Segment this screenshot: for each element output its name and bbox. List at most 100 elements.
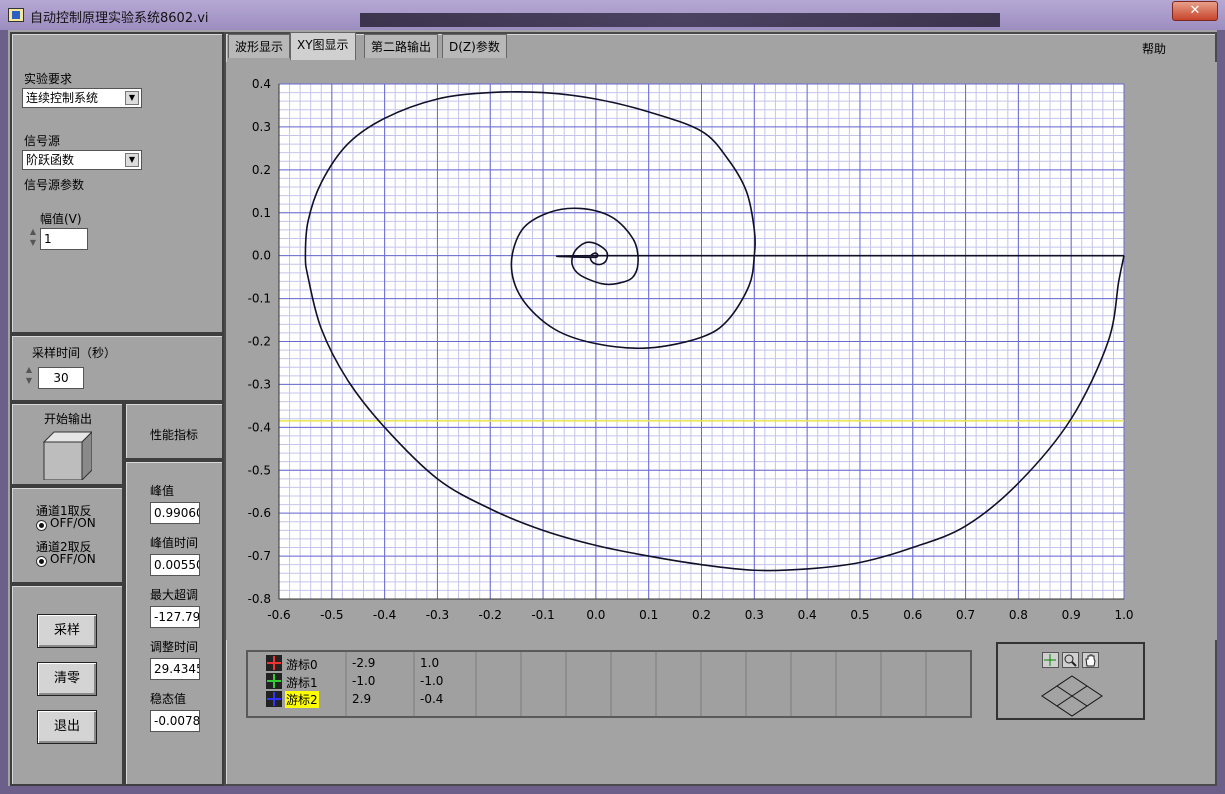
x-tick-label: -0.1	[531, 608, 554, 622]
cursor-y: -1.0	[420, 674, 444, 688]
tab-xy-graph[interactable]: XY图显示	[290, 32, 356, 60]
channel-invert-panel: 通道1取反 OFF/ON 通道2取反 OFF/ON	[10, 486, 124, 584]
clear-button[interactable]: 清零	[37, 662, 97, 696]
performance-panel: 峰值 0.99060 峰值时间 0.00550 最大超调 -127.79 调整时…	[124, 460, 224, 786]
action-buttons-panel: 采样 清零 退出	[10, 584, 124, 786]
experiment-select-value: 连续控制系统	[26, 91, 99, 105]
close-button[interactable]: ✕	[1172, 1, 1218, 21]
y-tick-label: 0.0	[252, 249, 271, 263]
cursor-crosshair-icon	[266, 673, 282, 689]
y-tick-label: -0.5	[248, 463, 271, 477]
sample-time-spinner-icon[interactable]: ▲ ▼	[24, 364, 34, 388]
x-tick-label: -0.2	[479, 608, 502, 622]
amplitude-label: 幅值(V)	[40, 212, 82, 226]
signal-source-label: 信号源	[24, 134, 61, 148]
x-tick-label: 0.3	[745, 608, 764, 622]
y-tick-label: -0.6	[248, 506, 271, 520]
sample-button[interactable]: 采样	[37, 614, 97, 648]
x-tick-label: 0.4	[798, 608, 817, 622]
cursor-y: -0.4	[420, 692, 444, 706]
channel1-radio[interactable]	[36, 520, 47, 531]
settling-time-value: 29.4345	[150, 658, 200, 680]
help-label[interactable]: 帮助	[1142, 40, 1166, 57]
window-title: 自动控制原理实验系统8602.vi	[30, 11, 209, 26]
exit-button[interactable]: 退出	[37, 710, 97, 744]
cursor-y: 1.0	[420, 656, 440, 670]
peak-time-value: 0.00550	[150, 554, 200, 576]
y-tick-label: -0.4	[248, 420, 271, 434]
graph-palette	[996, 642, 1145, 720]
tab-waveform[interactable]: 波形显示	[228, 34, 291, 58]
zoom-tool-icon[interactable]	[1062, 652, 1079, 668]
amplitude-input[interactable]: 1	[40, 228, 88, 250]
signal-params-label: 信号源参数	[24, 178, 85, 192]
cursor-move-tool-icon[interactable]	[1042, 652, 1059, 668]
x-tick-label: 0.8	[1009, 608, 1028, 622]
y-tick-label: -0.2	[248, 335, 271, 349]
x-tick-label: 0.2	[692, 608, 711, 622]
performance-title: 性能指标	[150, 428, 199, 442]
cursor-x: -1.0	[352, 674, 376, 688]
sample-time-label: 采样时间（秒）	[32, 346, 117, 360]
y-tick-label: 0.3	[252, 120, 271, 134]
steady-value: -0.0078	[150, 710, 200, 732]
xy-graph-area: -0.6 -0.5 -0.4 -0.3 -0.2 -0.1 0.0 0.1 0.2 0.3 0.4 0…	[226, 62, 1217, 640]
x-tick-label: -0.4	[373, 608, 396, 622]
x-tick-label: 0.1	[639, 608, 658, 622]
channel1-state: OFF/ON	[50, 516, 96, 530]
x-tick-label: 1.0	[1114, 608, 1133, 622]
cursor-crosshair-icon	[266, 691, 282, 707]
settings-panel: 实验要求 连续控制系统 ▼ 信号源 阶跃函数 ▼ 信号源参数 幅值(V) ▲ ▼ …	[10, 32, 224, 334]
peak-time-label: 峰值时间	[150, 536, 199, 550]
sample-time-panel: 采样时间（秒） ▲ ▼ 30	[10, 334, 224, 402]
experiment-select[interactable]: 连续控制系统 ▼	[22, 88, 142, 108]
channel2-radio[interactable]	[36, 556, 47, 567]
performance-header-panel: 性能指标	[124, 402, 224, 460]
start-output-label: 开始输出	[44, 412, 93, 426]
navigation-diamond-icon[interactable]	[1040, 674, 1104, 718]
tab-second-output[interactable]: 第二路输出	[364, 34, 439, 58]
x-tick-label: 0.0	[586, 608, 605, 622]
y-tick-label: -0.1	[248, 292, 271, 306]
cursor-legend: 游标0 -2.9 1.0 游标1 -1.0 -1.0 游标2 2.9 -0.4	[246, 650, 972, 718]
y-tick-label: -0.3	[248, 377, 271, 391]
title-bar-shading	[360, 13, 1000, 27]
x-tick-label: 0.6	[903, 608, 922, 622]
cursor-crosshair-icon	[266, 655, 282, 671]
cursor-name: 游标1	[286, 676, 318, 690]
cursor-x: -2.9	[352, 656, 376, 670]
cursor-name: 游标2	[285, 691, 319, 708]
dropdown-arrow-icon[interactable]: ▼	[125, 91, 139, 105]
amplitude-spinner-icon[interactable]: ▲ ▼	[28, 226, 38, 250]
cursor-x: 2.9	[352, 692, 372, 706]
x-tick-label: -0.3	[426, 608, 449, 622]
overshoot-value: -127.79	[150, 606, 200, 628]
experiment-label: 实验要求	[24, 72, 73, 86]
channel2-state: OFF/ON	[50, 552, 96, 566]
tab-dz-params[interactable]: D(Z)参数	[442, 34, 507, 58]
settling-time-label: 调整时间	[150, 640, 199, 654]
start-output-cube-icon[interactable]	[42, 430, 94, 482]
x-tick-label: 0.5	[850, 608, 869, 622]
x-tick-label: -0.6	[267, 608, 290, 622]
xy-graph[interactable]: -0.6 -0.5 -0.4 -0.3 -0.2 -0.1 0.0 0.1 0.2 0.3 0.4 0…	[226, 62, 1217, 640]
y-tick-label: -0.7	[248, 549, 271, 563]
start-output-toggle[interactable]	[42, 430, 94, 482]
y-tick-label: 0.4	[252, 77, 271, 91]
overshoot-label: 最大超调	[150, 588, 199, 602]
sample-time-input[interactable]: 30	[38, 367, 84, 389]
signal-source-select[interactable]: 阶跃函数 ▼	[22, 150, 142, 170]
y-tick-label: 0.2	[252, 163, 271, 177]
y-tick-label: 0.1	[252, 206, 271, 220]
x-tick-label: -0.5	[320, 608, 343, 622]
signal-source-select-value: 阶跃函数	[26, 153, 75, 167]
labview-vi-icon	[8, 8, 24, 22]
dropdown-arrow-icon[interactable]: ▼	[125, 153, 139, 167]
title-bar: 自动控制原理实验系统8602.vi ✕	[0, 0, 1225, 30]
steady-value-label: 稳态值	[150, 692, 187, 706]
start-output-panel: 开始输出	[10, 402, 124, 486]
peak-label: 峰值	[150, 484, 175, 498]
x-tick-label: 0.9	[1062, 608, 1081, 622]
pan-hand-tool-icon[interactable]	[1082, 652, 1099, 668]
cursor-name: 游标0	[286, 658, 318, 672]
